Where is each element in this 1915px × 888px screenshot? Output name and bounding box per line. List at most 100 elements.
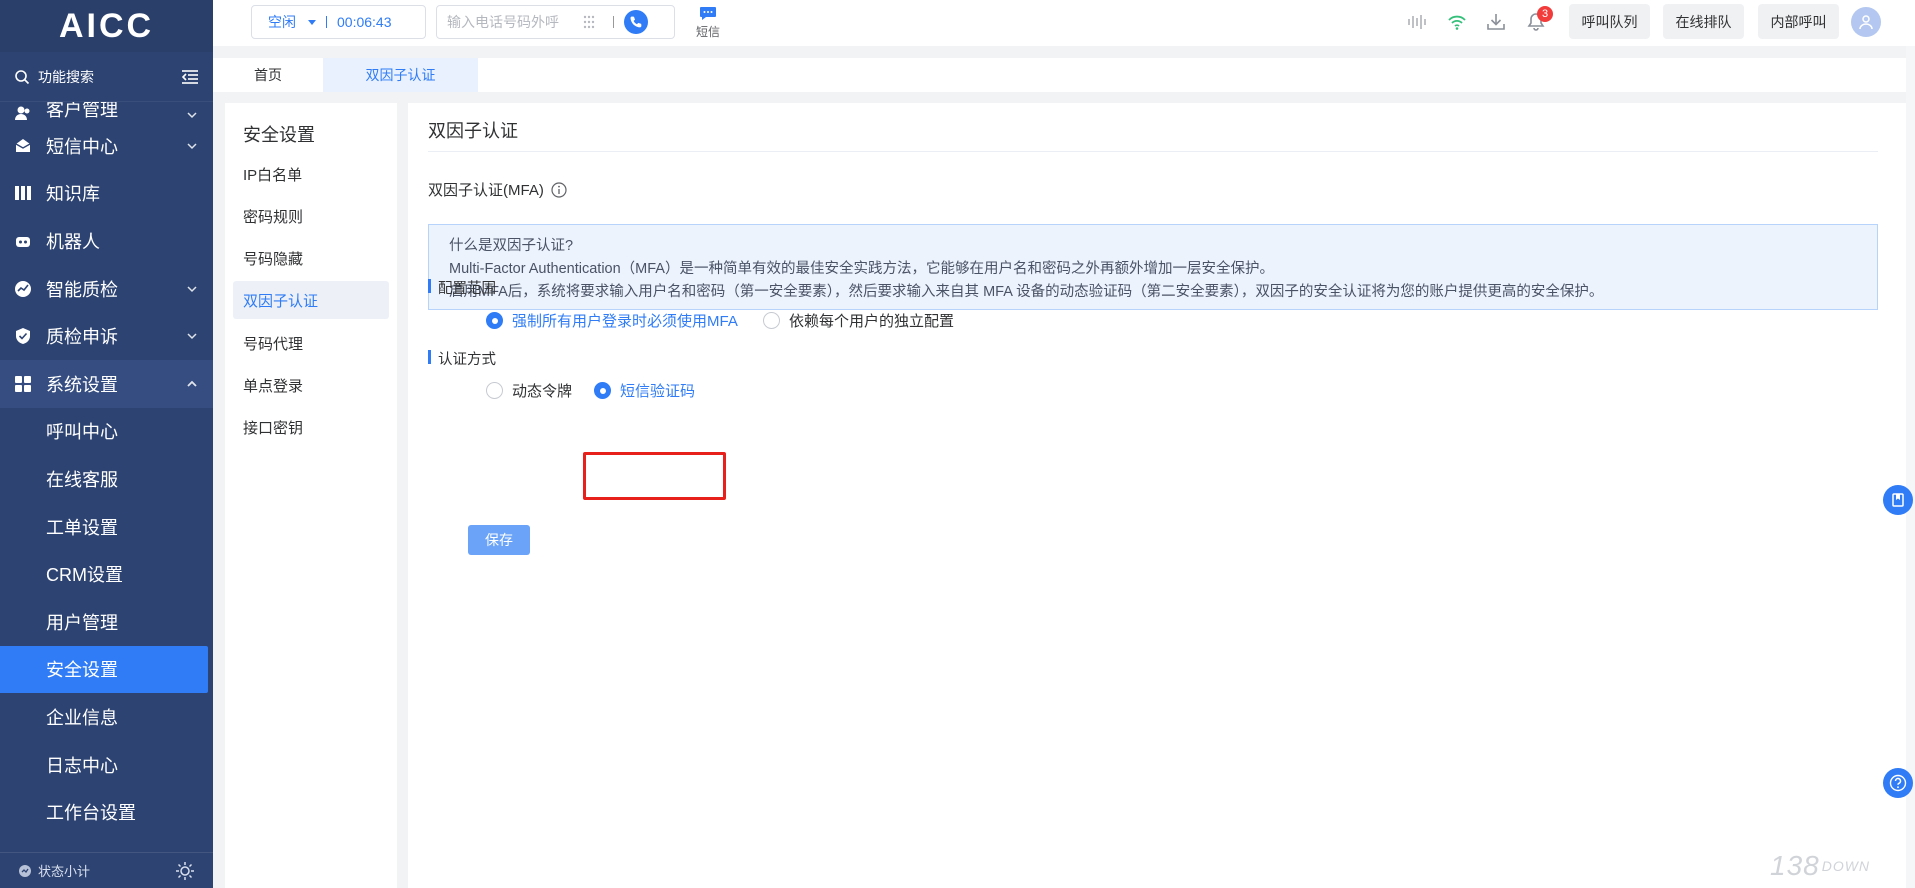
theme-toggle-icon[interactable]	[175, 861, 195, 881]
sidebar-item-label: 系统设置	[46, 374, 118, 395]
internal-call-button[interactable]: 内部呼叫	[1758, 4, 1839, 39]
gauge-icon	[15, 280, 31, 297]
sidebar-subitem-log-center[interactable]: 日志中心	[0, 741, 213, 789]
phone-number-input[interactable]	[447, 14, 572, 30]
phone-icon	[630, 16, 642, 28]
chat-icon	[700, 7, 716, 20]
radio-checked[interactable]	[486, 312, 503, 329]
watermark: 138 DOWN	[1770, 850, 1870, 882]
scrollbar[interactable]	[1906, 46, 1915, 888]
agent-status: 空闲	[268, 14, 296, 30]
caret-down-icon	[308, 19, 316, 25]
users-icon	[15, 106, 30, 120]
radio-checked[interactable]	[594, 382, 611, 399]
sidebar-item-system-settings[interactable]: 系统设置	[0, 359, 213, 408]
info-line: 启用MFA后，系统将要求输入用户名和密码（第一安全要素），然后要求输入来自其 M…	[449, 284, 1604, 300]
search-icon	[15, 69, 30, 84]
sidebar-item-quality-check[interactable]: 智能质检	[0, 265, 213, 313]
sidebar-item-appeal[interactable]: 质检申诉	[0, 312, 213, 360]
radio-unchecked[interactable]	[486, 382, 503, 399]
method-option-sms-code[interactable]: 短信验证码	[594, 380, 695, 401]
status-summary-icon	[19, 864, 31, 877]
status-summary-label[interactable]: 状态小计	[38, 861, 90, 880]
sidebar-subitem-company-info[interactable]: 企业信息	[0, 693, 213, 741]
call-button[interactable]	[624, 10, 648, 34]
agent-status-selector[interactable]: 空闲 00:06:43	[251, 5, 426, 39]
main-panel: 双因子认证 双因子认证(MFA) 什么是双因子认证? Multi-Factor …	[408, 103, 1908, 888]
info-line: Multi-Factor Authentication（MFA）是一种简单有效的…	[449, 261, 1274, 277]
bookmark-icon	[1892, 493, 1904, 507]
scope-option-force-all[interactable]: 强制所有用户登录时必须使用MFA	[486, 310, 738, 331]
sidebar-item-sms-center[interactable]: 短信中心	[0, 122, 213, 170]
sidebar-item-label: 质检申诉	[46, 327, 118, 348]
app-logo: AICC	[0, 0, 213, 52]
help-icon	[1889, 774, 1907, 792]
info-heading: 什么是双因子认证?	[449, 238, 574, 254]
divider	[326, 16, 327, 28]
sidebar-subitem-security-settings[interactable]: 安全设置	[0, 645, 208, 694]
radio-label: 强制所有用户登录时必须使用MFA	[512, 313, 738, 330]
subnav-item-number-masking[interactable]: 号码隐藏	[233, 239, 389, 277]
top-bar: 空闲 00:06:43 短信 3 呼叫队列 在线排队 内部呼叫	[213, 0, 1915, 46]
mail-icon	[15, 138, 31, 152]
grid-icon	[15, 375, 31, 392]
function-search[interactable]: 功能搜索	[0, 52, 213, 102]
dialpad-icon[interactable]	[582, 15, 596, 29]
save-button[interactable]: 保存	[468, 525, 530, 555]
sidebar-item-robot[interactable]: 机器人	[0, 217, 213, 265]
chevron-down-icon	[187, 143, 197, 149]
sidebar-subitem-user-management[interactable]: 用户管理	[0, 598, 213, 646]
sidebar-subitem-call-center[interactable]: 呼叫中心	[0, 408, 213, 456]
scope-section-heading: 配置范围	[428, 277, 496, 298]
subnav-item-number-proxy[interactable]: 号码代理	[233, 324, 389, 362]
radio-label: 依赖每个用户的独立配置	[789, 313, 955, 330]
tab-two-factor-auth[interactable]: 双因子认证	[323, 58, 478, 92]
page-title: 双因子认证	[428, 121, 518, 141]
sidebar-subitem-workbench-settings[interactable]: 工作台设置	[0, 788, 213, 836]
method-option-dynamic-token[interactable]: 动态令牌	[486, 380, 572, 401]
subnav-item-sso[interactable]: 单点登录	[233, 366, 389, 404]
notification-bell[interactable]: 3	[1525, 6, 1553, 33]
mfa-label: 双因子认证(MFA)	[428, 179, 567, 200]
annotation-highlight-box	[583, 452, 726, 500]
help-float-button[interactable]	[1883, 768, 1913, 798]
avatar[interactable]	[1851, 7, 1881, 37]
tabs-bar: 首页 双因子认证	[213, 58, 1915, 92]
audio-wave-icon[interactable]	[1407, 11, 1429, 33]
watermark-text: 138	[1770, 850, 1820, 881]
sidebar-subitem-ticket-settings[interactable]: 工单设置	[0, 503, 213, 551]
download-icon[interactable]	[1485, 11, 1507, 33]
method-section-heading: 认证方式	[428, 348, 496, 369]
divider	[613, 16, 614, 28]
online-queue-button[interactable]: 在线排队	[1663, 4, 1744, 39]
robot-icon	[16, 236, 30, 247]
subnav-item-password-rules[interactable]: 密码规则	[233, 197, 389, 235]
sidebar-item-knowledge-base[interactable]: 知识库	[0, 170, 213, 218]
scope-option-per-user[interactable]: 依赖每个用户的独立配置	[763, 310, 954, 331]
sidebar-subitem-crm-settings[interactable]: CRM设置	[0, 550, 213, 598]
subnav-item-api-keys[interactable]: 接口密钥	[233, 408, 389, 446]
divider	[428, 151, 1878, 152]
call-queue-button[interactable]: 呼叫队列	[1569, 4, 1650, 39]
shield-icon	[16, 328, 30, 345]
sidebar-item-label: 客户管理	[46, 102, 118, 120]
mfa-label-text: 双因子认证(MFA)	[428, 182, 544, 199]
chevron-up-icon	[187, 380, 197, 387]
sidebar-menu: 客户管理 短信中心 知识库 机器人 智能质检 质检申诉 系统设置 呼叫中心 在线…	[0, 102, 213, 852]
sidebar-subitem-online-service[interactable]: 在线客服	[0, 455, 213, 503]
info-icon[interactable]	[551, 181, 567, 198]
radio-label: 短信验证码	[620, 383, 696, 400]
chevron-down-icon	[187, 333, 197, 340]
chevron-down-icon	[187, 112, 197, 119]
bookmark-float-button[interactable]	[1883, 485, 1913, 515]
subnav-item-ip-whitelist[interactable]: IP白名单	[233, 155, 389, 193]
sidebar-item-customers[interactable]: 客户管理	[0, 102, 213, 122]
collapse-menu-icon[interactable]	[181, 69, 199, 85]
subnav-title: 安全设置	[243, 125, 315, 145]
tab-home[interactable]: 首页	[213, 58, 323, 92]
subnav-item-two-factor-auth[interactable]: 双因子认证	[233, 281, 389, 319]
sidebar-footer: 状态小计	[0, 852, 213, 888]
watermark-suffix: DOWN	[1821, 858, 1871, 874]
radio-unchecked[interactable]	[763, 312, 780, 329]
sms-button[interactable]: 短信	[693, 6, 723, 40]
